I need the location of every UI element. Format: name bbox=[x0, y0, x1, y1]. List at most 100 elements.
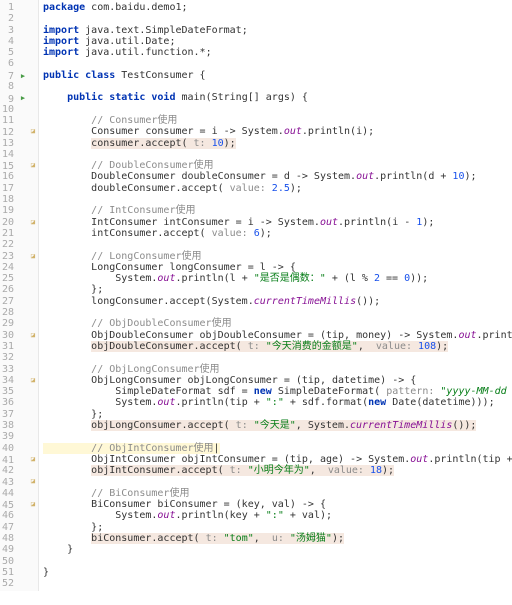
gutter-row[interactable]: 46 bbox=[0, 510, 38, 521]
gutter-row[interactable]: 20◪ bbox=[0, 217, 38, 228]
code-line[interactable]: // DoubleConsumer使用 bbox=[43, 160, 512, 171]
gutter-row[interactable]: 45◪ bbox=[0, 499, 38, 510]
gutter-row[interactable]: 30◪ bbox=[0, 330, 38, 341]
gutter-row[interactable]: 10 bbox=[0, 104, 38, 115]
gutter-row[interactable]: 32 bbox=[0, 352, 38, 363]
gutter-row[interactable]: 29 bbox=[0, 318, 38, 329]
code-line[interactable]: // BiConsumer使用 bbox=[43, 488, 512, 499]
gutter-row[interactable]: 37 bbox=[0, 409, 38, 420]
code-line[interactable] bbox=[43, 352, 512, 363]
code-editor[interactable]: 1234567▶89▶101112◪131415◪1617181920◪2122… bbox=[0, 0, 512, 591]
gutter-row[interactable]: 17 bbox=[0, 183, 38, 194]
code-line[interactable]: SimpleDateFormat sdf = new SimpleDateFor… bbox=[43, 386, 512, 397]
code-line[interactable]: // ObjIntConsumer使用| bbox=[43, 443, 512, 454]
code-line[interactable] bbox=[43, 239, 512, 250]
code-line[interactable]: biConsumer.accept( t: "tom", u: "汤姆猫"); bbox=[43, 533, 512, 544]
gutter-row[interactable]: 22 bbox=[0, 239, 38, 250]
gutter-row[interactable]: 4 bbox=[0, 36, 38, 47]
gutter-row[interactable]: 25 bbox=[0, 273, 38, 284]
code-line[interactable]: } bbox=[43, 544, 512, 555]
gutter-row[interactable]: 35 bbox=[0, 386, 38, 397]
gutter-row[interactable]: 42 bbox=[0, 465, 38, 476]
gutter-row[interactable]: 19 bbox=[0, 205, 38, 216]
code-line[interactable]: longConsumer.accept(System.currentTimeMi… bbox=[43, 296, 512, 307]
code-line[interactable] bbox=[43, 13, 512, 24]
gutter-row[interactable]: 11 bbox=[0, 115, 38, 126]
gutter-row[interactable]: 16 bbox=[0, 171, 38, 182]
gutter-row[interactable]: 3 bbox=[0, 25, 38, 36]
gutter-row[interactable]: 28 bbox=[0, 307, 38, 318]
code-line[interactable]: import java.util.Date; bbox=[43, 36, 512, 47]
code-line[interactable]: import java.util.function.*; bbox=[43, 47, 512, 58]
gutter-row[interactable]: 6 bbox=[0, 58, 38, 69]
gutter-row[interactable]: 50 bbox=[0, 556, 38, 567]
gutter-row[interactable]: 1 bbox=[0, 2, 38, 13]
code-line[interactable] bbox=[43, 149, 512, 160]
code-line[interactable] bbox=[43, 104, 512, 115]
code-line[interactable]: doubleConsumer.accept( value: 2.5); bbox=[43, 183, 512, 194]
code-line[interactable] bbox=[43, 578, 512, 589]
gutter-row[interactable]: 18 bbox=[0, 194, 38, 205]
code-line[interactable]: }; bbox=[43, 409, 512, 420]
code-line[interactable]: System.out.println(tip + ":" + sdf.forma… bbox=[43, 397, 512, 408]
gutter-row[interactable]: 39 bbox=[0, 431, 38, 442]
gutter-row[interactable]: 44 bbox=[0, 488, 38, 499]
gutter-row[interactable]: 40 bbox=[0, 443, 38, 454]
gutter-row[interactable]: 51 bbox=[0, 567, 38, 578]
gutter-row[interactable]: 52 bbox=[0, 578, 38, 589]
code-line[interactable]: ObjIntConsumer objIntConsumer = (tip, ag… bbox=[43, 454, 512, 465]
code-line[interactable] bbox=[43, 431, 512, 442]
gutter-row[interactable]: 41◪ bbox=[0, 454, 38, 465]
code-line[interactable]: IntConsumer intConsumer = i -> System.ou… bbox=[43, 217, 512, 228]
gutter-row[interactable]: 26 bbox=[0, 284, 38, 295]
code-line[interactable] bbox=[43, 476, 512, 487]
code-line[interactable]: // ObjLongConsumer使用 bbox=[43, 364, 512, 375]
gutter-row[interactable]: 24 bbox=[0, 262, 38, 273]
gutter-row[interactable]: 21 bbox=[0, 228, 38, 239]
code-line[interactable] bbox=[43, 58, 512, 69]
code-line[interactable]: public class TestConsumer { bbox=[43, 70, 512, 81]
code-line[interactable]: ObjLongConsumer objLongConsumer = (tip, … bbox=[43, 375, 512, 386]
gutter-row[interactable]: 27 bbox=[0, 296, 38, 307]
code-line[interactable]: Consumer consumer = i -> System.out.prin… bbox=[43, 126, 512, 137]
gutter-row[interactable]: 2 bbox=[0, 13, 38, 24]
gutter-row[interactable]: 5 bbox=[0, 47, 38, 58]
code-line[interactable] bbox=[43, 194, 512, 205]
code-line[interactable] bbox=[43, 307, 512, 318]
gutter-row[interactable]: 34◪ bbox=[0, 375, 38, 386]
code-line[interactable]: // ObjDoubleConsumer使用 bbox=[43, 318, 512, 329]
code-line[interactable]: intConsumer.accept( value: 6); bbox=[43, 228, 512, 239]
gutter-row[interactable]: 36 bbox=[0, 397, 38, 408]
gutter-row[interactable]: 38 bbox=[0, 420, 38, 431]
gutter-row[interactable]: 23◪ bbox=[0, 251, 38, 262]
gutter-row[interactable]: 48 bbox=[0, 533, 38, 544]
code-line[interactable]: LongConsumer longConsumer = l -> { bbox=[43, 262, 512, 273]
gutter-row[interactable]: 9▶ bbox=[0, 92, 38, 103]
code-line[interactable]: } bbox=[43, 567, 512, 578]
run-gutter-icon[interactable]: ▶ bbox=[18, 92, 28, 104]
gutter-row[interactable]: 7▶ bbox=[0, 70, 38, 81]
code-line[interactable]: }; bbox=[43, 284, 512, 295]
code-line[interactable]: // LongConsumer使用 bbox=[43, 251, 512, 262]
code-line[interactable] bbox=[43, 556, 512, 567]
code-line[interactable]: // IntConsumer使用 bbox=[43, 205, 512, 216]
gutter-row[interactable]: 15◪ bbox=[0, 160, 38, 171]
code-line[interactable]: }; bbox=[43, 522, 512, 533]
code-line[interactable]: BiConsumer biConsumer = (key, val) -> { bbox=[43, 499, 512, 510]
gutter-row[interactable]: 31 bbox=[0, 341, 38, 352]
gutter-row[interactable]: 8 bbox=[0, 81, 38, 92]
code-line[interactable]: // Consumer使用 bbox=[43, 115, 512, 126]
code-line[interactable]: import java.text.SimpleDateFormat; bbox=[43, 25, 512, 36]
code-line[interactable]: objIntConsumer.accept( t: "小明今年为", value… bbox=[43, 465, 512, 476]
code-line[interactable] bbox=[43, 81, 512, 92]
code-line[interactable]: objDoubleConsumer.accept( t: "今天消费的金额是",… bbox=[43, 341, 512, 352]
code-line[interactable]: public static void main(String[] args) { bbox=[43, 92, 512, 103]
gutter-row[interactable]: 49 bbox=[0, 544, 38, 555]
gutter-row[interactable]: 14 bbox=[0, 149, 38, 160]
code-line[interactable]: package com.baidu.demo1; bbox=[43, 2, 512, 13]
gutter-row[interactable]: 12◪ bbox=[0, 126, 38, 137]
code-line[interactable]: ObjDoubleConsumer objDoubleConsumer = (t… bbox=[43, 330, 512, 341]
code-line[interactable]: DoubleConsumer doubleConsumer = d -> Sys… bbox=[43, 171, 512, 182]
gutter-row[interactable]: 33 bbox=[0, 364, 38, 375]
code-line[interactable]: System.out.println(key + ":" + val); bbox=[43, 510, 512, 521]
